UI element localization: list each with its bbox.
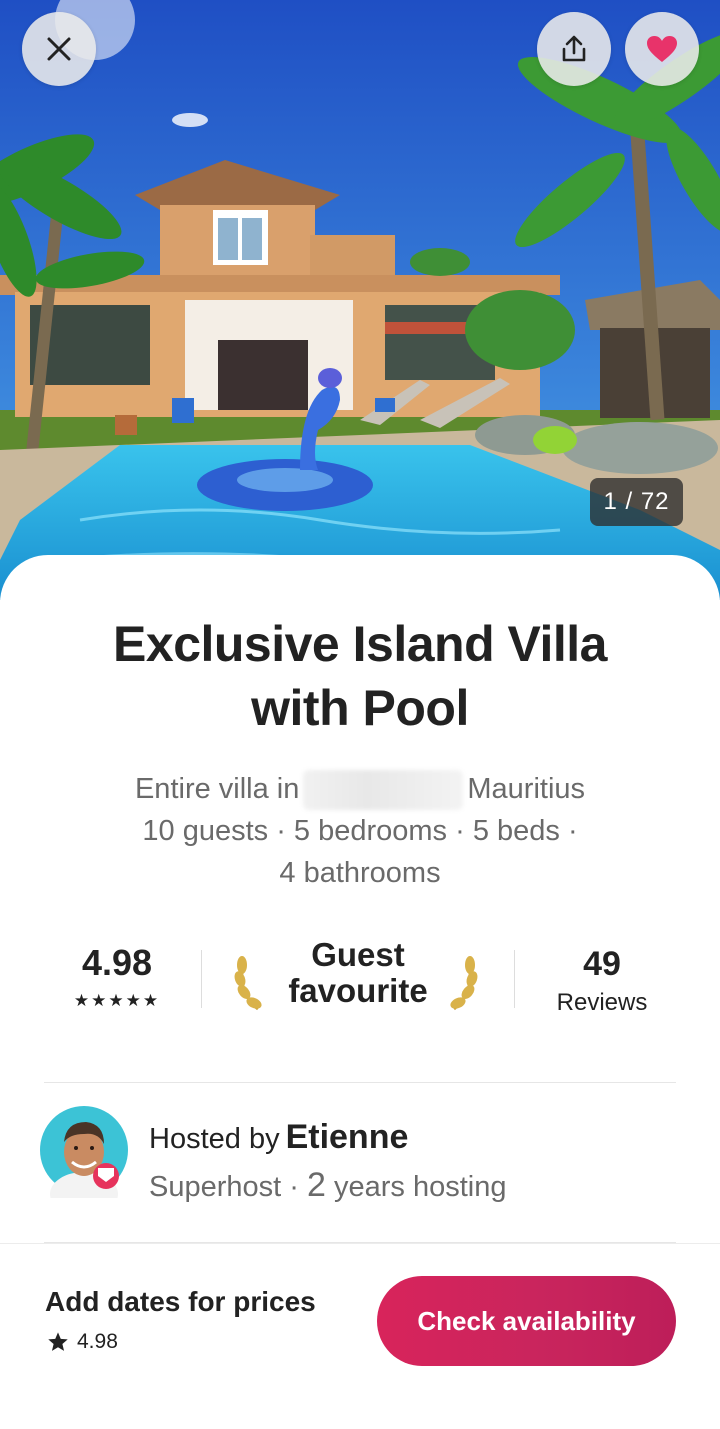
reviews-count: 49 xyxy=(583,945,621,983)
laurel-icon xyxy=(450,956,478,1011)
star-icon xyxy=(48,1332,68,1351)
host-heading: Hosted by Etienne xyxy=(149,1118,408,1157)
laurel-icon xyxy=(234,956,262,1011)
host-avatar[interactable] xyxy=(40,1106,128,1216)
star-rating: ★★★★★ xyxy=(73,991,161,1010)
photo-counter: 1 / 72 xyxy=(590,478,683,526)
listing-location: Entire villa in Mauritius xyxy=(60,768,660,811)
superhost-badge-icon xyxy=(93,1163,119,1189)
close-button[interactable] xyxy=(22,12,96,86)
footer-rating-value: 4.98 xyxy=(77,1330,118,1353)
listing-country: Mauritius xyxy=(467,773,586,805)
price-prompt[interactable]: Add dates for prices xyxy=(45,1286,316,1318)
host-name: Etienne xyxy=(285,1118,409,1156)
heart-icon xyxy=(647,36,677,62)
hosted-by-label: Hosted by xyxy=(149,1123,280,1155)
footer-rating: 4.98 xyxy=(47,1330,118,1354)
listing-bathrooms: 4 bathrooms xyxy=(279,857,441,890)
reviews-link[interactable]: 49 Reviews xyxy=(528,935,676,1016)
host-status: Superhost · xyxy=(149,1171,299,1203)
stats-row[interactable]: 4.98 ★★★★★ Guest favourite 49 Reviews xyxy=(44,935,676,1025)
rating-value: 4.98 xyxy=(81,942,153,983)
close-icon xyxy=(47,37,71,61)
favorite-button[interactable] xyxy=(625,12,699,86)
guest-favourite-badge: Guest favourite xyxy=(232,937,484,1021)
listing-summary: Entire villa in Mauritius 10 guests · 5 b… xyxy=(60,768,660,894)
host-years-text: years hosting xyxy=(333,1171,507,1203)
divider xyxy=(514,950,515,1008)
check-availability-button[interactable]: Check availability xyxy=(377,1276,676,1366)
share-button[interactable] xyxy=(537,12,611,86)
share-icon xyxy=(562,35,586,62)
reviews-label: Reviews xyxy=(556,989,648,1016)
rating-summary: 4.98 ★★★★★ xyxy=(44,935,190,1011)
listing-capacity: 10 guests · 5 bedrooms · 5 beds · xyxy=(142,815,578,848)
listing-title: Exclusive Island Villa with Pool xyxy=(113,616,607,736)
section-divider xyxy=(44,1082,676,1083)
listing-type: Entire villa in xyxy=(134,773,300,805)
guest-favourite-label: Guest favourite xyxy=(288,936,428,1009)
divider xyxy=(201,950,202,1008)
redacted-location xyxy=(303,770,464,811)
host-years-number: 2 xyxy=(306,1166,326,1204)
host-subtitle: Superhost · 2 years hosting xyxy=(149,1166,506,1205)
